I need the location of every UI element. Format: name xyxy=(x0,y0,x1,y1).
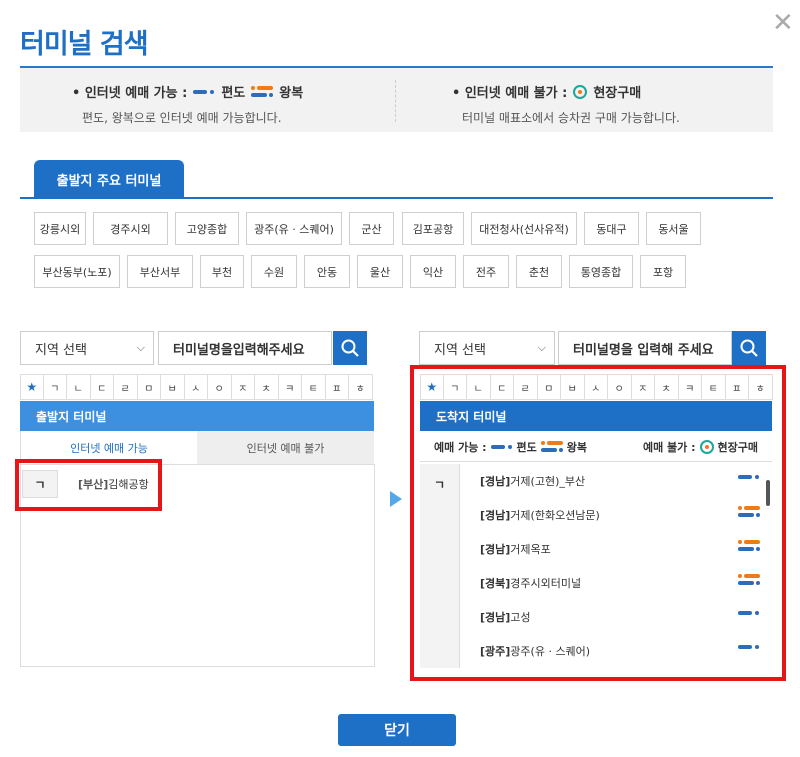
consonant-tab[interactable]: ㅈ xyxy=(231,374,255,400)
tab-divider xyxy=(20,197,773,199)
major-terminal-button[interactable]: 대전청사(선사유적) xyxy=(471,212,577,245)
consonant-tab[interactable]: ㅁ xyxy=(137,374,161,400)
consonant-tab[interactable]: ㅋ xyxy=(278,374,302,400)
consonant-tab[interactable]: ㄴ xyxy=(67,374,91,400)
major-terminal-button[interactable]: 고양종합 xyxy=(175,212,239,245)
search-icon xyxy=(341,339,359,357)
major-terminal-button[interactable]: 군산 xyxy=(349,212,394,245)
major-terminal-button[interactable]: 춘천 xyxy=(516,255,562,288)
major-terminal-button[interactable]: 익산 xyxy=(410,255,456,288)
consonant-tab[interactable]: ㅌ xyxy=(302,374,326,400)
chevron-down-icon: ⌵ xyxy=(537,341,546,354)
close-icon[interactable]: ✕ xyxy=(772,8,794,38)
major-terminal-button[interactable]: 부산서부 xyxy=(127,255,193,288)
major-terminal-button[interactable]: 전주 xyxy=(463,255,509,288)
chevron-down-icon: ⌵ xyxy=(136,341,145,354)
consonant-tab[interactable]: ㅇ xyxy=(208,374,232,400)
close-button[interactable]: 닫기 xyxy=(338,714,456,746)
consonant-tab[interactable]: ㅂ xyxy=(161,374,185,400)
major-terminal-button[interactable]: 동대구 xyxy=(584,212,639,245)
online-unavailable-label: • 인터넷 예매 불가 : xyxy=(452,86,568,101)
roundtrip-icon xyxy=(251,85,274,99)
departure-search-input[interactable]: 터미널명을입력해주세요 xyxy=(158,331,332,365)
major-terminal-button[interactable]: 수원 xyxy=(251,255,297,288)
tab-major-terminals[interactable]: 출발지 주요 터미널 xyxy=(34,160,184,198)
arrival-region-select[interactable]: 지역 선택 ⌵ xyxy=(419,331,555,365)
consonant-tab[interactable]: ㅎ xyxy=(349,374,373,400)
major-terminal-button[interactable]: 광주(유 · 스퀘어) xyxy=(246,212,342,245)
major-terminal-button[interactable]: 경주시외 xyxy=(93,212,168,245)
favorite-star-icon[interactable]: ★ xyxy=(20,374,44,400)
major-terminal-button[interactable]: 김포공항 xyxy=(402,212,464,245)
major-terminal-button[interactable]: 포항 xyxy=(640,255,686,288)
departure-region-select[interactable]: 지역 선택 ⌵ xyxy=(20,331,154,365)
departure-consonant-filter: ★ ㄱ ㄴ ㄷ ㄹ ㅁ ㅂ ㅅ ㅇ ㅈ ㅊ ㅋ ㅌ ㅍ ㅎ xyxy=(20,374,373,400)
departure-region-select-value: 지역 선택 xyxy=(35,342,87,358)
consonant-tab[interactable]: ㅅ xyxy=(184,374,208,400)
consonant-tab[interactable]: ㄷ xyxy=(90,374,114,400)
online-unavailable-desc: 터미널 매표소에서 승차권 구매 가능합니다. xyxy=(462,111,680,125)
major-terminal-button[interactable]: 강릉시외 xyxy=(34,212,86,245)
dialog-title: 터미널 검색 xyxy=(20,29,149,60)
major-terminal-button[interactable]: 부산동부(노포) xyxy=(34,255,120,288)
arrival-region-select-value: 지역 선택 xyxy=(434,342,486,358)
major-terminal-button[interactable]: 동서울 xyxy=(646,212,701,245)
consonant-tab[interactable]: ㅊ xyxy=(255,374,279,400)
consonant-tab[interactable]: ㄹ xyxy=(114,374,138,400)
major-terminal-button[interactable]: 통영종합 xyxy=(569,255,633,288)
departure-search-button[interactable] xyxy=(333,331,367,365)
booking-info-box: • 인터넷 예매 가능 : 편도 왕복 편도, 왕복으로 인터넷 예매 가능합니… xyxy=(20,68,773,132)
major-terminal-button[interactable]: 안동 xyxy=(304,255,350,288)
tab-online-unavailable[interactable]: 인터넷 예매 불가 xyxy=(197,431,374,464)
major-terminal-button[interactable]: 울산 xyxy=(357,255,403,288)
online-available-label: • 인터넷 예매 가능 : xyxy=(72,86,188,101)
departure-panel-title: 출발지 터미널 xyxy=(20,401,374,431)
consonant-tab[interactable]: ㄱ xyxy=(43,374,67,400)
arrow-right-icon xyxy=(390,491,402,507)
highlight-box-departure xyxy=(15,459,162,511)
info-divider xyxy=(395,80,396,122)
major-terminal-button[interactable]: 부천 xyxy=(200,255,244,288)
onsite-purchase-label: 현장구매 xyxy=(593,86,642,101)
oneway-icon xyxy=(193,89,215,95)
arrival-search-input[interactable]: 터미널명을 입력해 주세요 xyxy=(558,331,732,365)
arrival-search-button[interactable] xyxy=(732,331,766,365)
online-available-desc: 편도, 왕복으로 인터넷 예매 가능합니다. xyxy=(82,111,282,125)
highlight-box-arrival xyxy=(410,365,786,681)
consonant-tab[interactable]: ㅍ xyxy=(325,374,349,400)
oneway-label: 편도 xyxy=(221,86,246,101)
roundtrip-label: 왕복 xyxy=(279,86,304,101)
onsite-purchase-icon xyxy=(573,84,588,99)
search-icon xyxy=(740,339,758,357)
